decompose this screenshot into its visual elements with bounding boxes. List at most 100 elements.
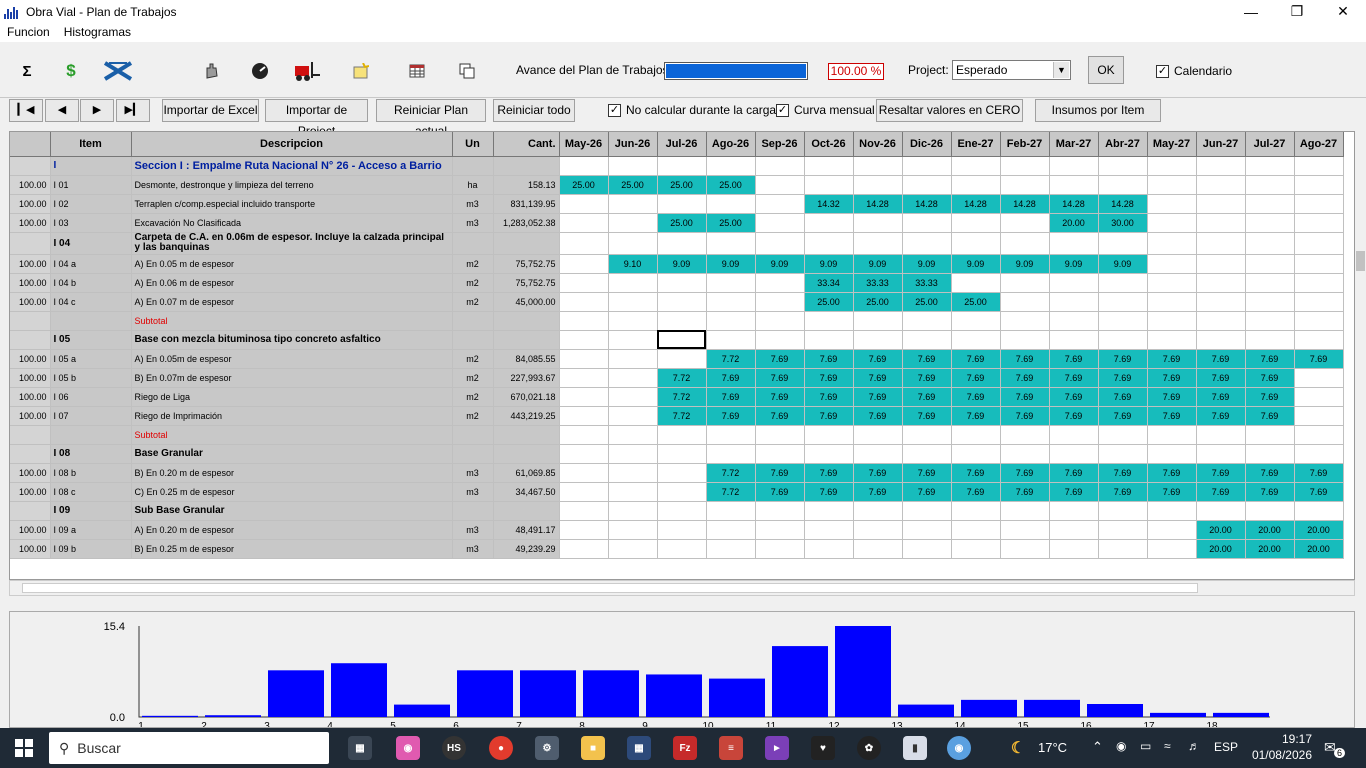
cell-month[interactable] [1147, 425, 1197, 445]
cell-item[interactable]: I 04 a [50, 254, 132, 274]
table-row[interactable]: I Seccion I : Empalme Ruta Nacional N° 26… [10, 156, 1344, 176]
scrollbar-thumb[interactable] [22, 583, 1198, 593]
cell-month[interactable] [1049, 311, 1099, 331]
cell-month[interactable] [1049, 330, 1099, 350]
cell-month[interactable] [1098, 425, 1148, 445]
cell-month[interactable] [559, 213, 609, 233]
cell-item[interactable]: I 02 [50, 194, 132, 214]
table-row[interactable]: 100.00 I 04 b A) En 0.06 m de espesor m2 75,… [10, 273, 1344, 293]
cell-month[interactable]: 7.69 [755, 387, 805, 407]
filezilla-icon[interactable]: Fz [673, 736, 697, 760]
cell-month[interactable]: 20.00 [1245, 520, 1295, 540]
cell-month[interactable] [706, 273, 756, 293]
cell-month[interactable] [706, 539, 756, 559]
cell-month[interactable]: 7.69 [1245, 482, 1295, 502]
cell-month[interactable]: 33.34 [804, 273, 854, 293]
cell-month[interactable] [706, 501, 756, 521]
cell-month[interactable] [1098, 539, 1148, 559]
cell-month[interactable] [1245, 292, 1295, 312]
cell-month[interactable] [608, 387, 658, 407]
cell-month[interactable] [1098, 444, 1148, 464]
cell-month[interactable]: 7.69 [1245, 463, 1295, 483]
cell-month[interactable]: 7.69 [1049, 368, 1099, 388]
cell-month[interactable] [1294, 330, 1344, 350]
cell-month[interactable] [1098, 156, 1148, 176]
cell-cantidad[interactable]: 75,752.75 [493, 254, 560, 274]
taskbar-search[interactable]: ⚲ Buscar [49, 732, 329, 764]
col-header-month[interactable]: Jun-26 [608, 132, 658, 157]
cell-month[interactable] [657, 194, 707, 214]
cell-item[interactable]: I 04 b [50, 273, 132, 293]
cell-month[interactable] [559, 273, 609, 293]
cell-month[interactable] [951, 311, 1001, 331]
cell-month[interactable] [1294, 156, 1344, 176]
cell-month[interactable]: 7.69 [1098, 482, 1148, 502]
cell-cantidad[interactable] [493, 425, 560, 445]
cell-month[interactable]: 25.00 [951, 292, 1001, 312]
cell-month[interactable]: 7.69 [1049, 482, 1099, 502]
cell-month[interactable] [804, 520, 854, 540]
cell-month[interactable] [1294, 273, 1344, 293]
cell-month[interactable]: 7.69 [1049, 463, 1099, 483]
table-row[interactable]: Subtotal [10, 311, 1344, 331]
cell-month[interactable] [559, 232, 609, 255]
col-header-month[interactable]: Nov-26 [853, 132, 903, 157]
cell-month[interactable] [1000, 213, 1050, 233]
cell-month[interactable]: 7.69 [1245, 406, 1295, 426]
cell-month[interactable] [657, 273, 707, 293]
cell-unidad[interactable]: m2 [452, 273, 494, 293]
cell-month[interactable] [755, 194, 805, 214]
cell-month[interactable] [1000, 539, 1050, 559]
cell-month[interactable] [559, 194, 609, 214]
cell-month[interactable]: 33.33 [902, 273, 952, 293]
cell-month[interactable] [1294, 501, 1344, 521]
cell-month[interactable] [1294, 232, 1344, 255]
cell-month[interactable]: 20.00 [1196, 520, 1246, 540]
cell-month[interactable] [755, 444, 805, 464]
cell-month[interactable] [608, 292, 658, 312]
calendario-checkbox[interactable]: ✓ Calendario [1156, 64, 1232, 78]
col-header-month[interactable]: Jul-27 [1245, 132, 1295, 157]
cell-item[interactable]: I 08 c [50, 482, 132, 502]
cell-month[interactable]: 25.00 [608, 175, 658, 195]
cell-month[interactable] [1049, 539, 1099, 559]
new-sheet-icon[interactable] [352, 60, 370, 82]
cell-unidad[interactable]: m3 [452, 213, 494, 233]
cell-month[interactable]: 7.69 [1000, 463, 1050, 483]
cell-month[interactable]: 25.00 [902, 292, 952, 312]
table-row[interactable]: 100.00 I 04 a A) En 0.05 m de espesor m2 75,… [10, 254, 1344, 274]
cell-month[interactable]: 9.09 [804, 254, 854, 274]
cell-month[interactable] [755, 425, 805, 445]
cell-month[interactable] [853, 330, 903, 350]
cell-unidad[interactable] [452, 232, 494, 255]
row-percent[interactable]: 100.00 [10, 387, 51, 407]
cell-month[interactable] [1245, 501, 1295, 521]
cell-month[interactable] [755, 292, 805, 312]
cell-month[interactable] [1147, 444, 1197, 464]
cell-month[interactable] [657, 501, 707, 521]
table-row[interactable]: 100.00 I 09 b B) En 0.25 m de espesor m3 49,… [10, 539, 1344, 559]
cell-month[interactable]: 7.69 [1049, 349, 1099, 369]
cell-descripcion[interactable]: Carpeta de C.A. en 0.06m de espesor. Inc… [131, 232, 453, 255]
row-percent[interactable]: 100.00 [10, 194, 51, 214]
app-icon-grid[interactable]: ▦ [627, 736, 651, 760]
col-header-month[interactable]: May-27 [1147, 132, 1197, 157]
cell-month[interactable] [608, 232, 658, 255]
cell-unidad[interactable]: m2 [452, 254, 494, 274]
cell-month[interactable] [755, 520, 805, 540]
col-header-month[interactable]: Sep-26 [755, 132, 805, 157]
cell-descripcion[interactable]: Terraplen c/comp.especial incluido trans… [131, 194, 453, 214]
row-percent[interactable]: 100.00 [10, 175, 51, 195]
cell-month[interactable] [608, 368, 658, 388]
cell-month[interactable]: 30.00 [1098, 213, 1148, 233]
cell-month[interactable] [853, 175, 903, 195]
dollar-icon[interactable]: $ [62, 60, 80, 82]
cell-month[interactable]: 25.00 [657, 213, 707, 233]
cell-cantidad[interactable]: 34,467.50 [493, 482, 560, 502]
cell-unidad[interactable]: m2 [452, 406, 494, 426]
cell-item[interactable]: I 08 [50, 444, 132, 464]
cell-item[interactable] [50, 425, 132, 445]
cell-month[interactable]: 7.72 [706, 482, 756, 502]
cell-descripcion[interactable]: A) En 0.20 m de espesor [131, 520, 453, 540]
cell-month[interactable]: 7.69 [804, 368, 854, 388]
